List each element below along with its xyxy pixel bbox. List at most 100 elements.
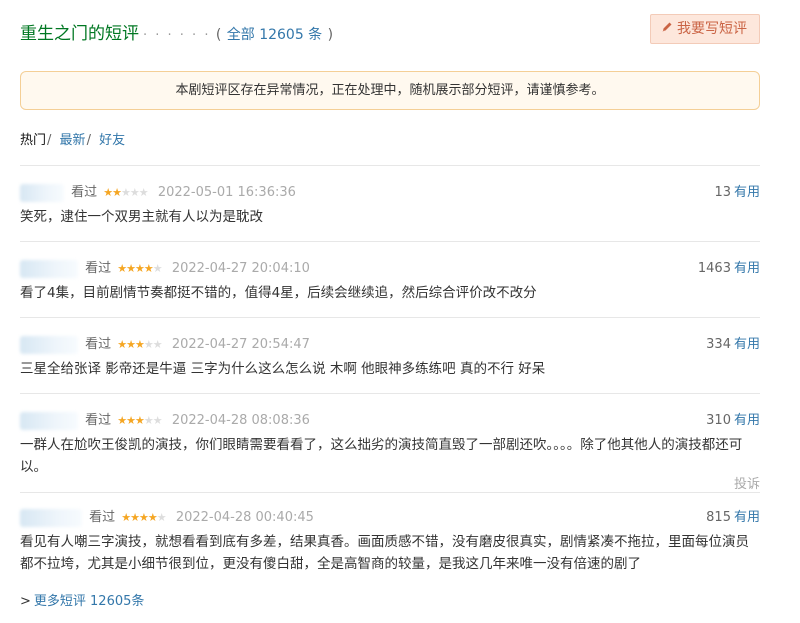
vote-area: 13 有用 [714, 183, 760, 203]
more-arrow: > [20, 594, 31, 609]
comment-time: 2022-04-27 20:04:10 [171, 261, 310, 276]
vote-area: 334 有用 [706, 335, 760, 355]
blurred-username[interactable] [20, 412, 78, 430]
page-title-text: 重生之门的短评 [20, 24, 139, 44]
divider [20, 317, 760, 318]
star-filled-icon: ★ [117, 414, 127, 427]
pencil-icon [661, 15, 673, 43]
sort-tabs: 热门/ 最新/ 好友 [20, 129, 125, 148]
page-title: 重生之门的短评 · · · · · · ( 全部 12605 条 ) [20, 19, 333, 44]
more-comments-link[interactable]: 更多短评 12605条 [34, 594, 145, 609]
comment-meta: 看过 ★★★★★ 2022-04-27 20:04:10 1463 有用 [20, 259, 760, 279]
blurred-username[interactable] [20, 509, 82, 527]
comment-item: 看过 ★★★★★ 2022-04-27 20:54:47 334 有用 三星全给张… [20, 335, 760, 380]
comment-meta: 看过 ★★★★★ 2022-04-28 08:08:36 310 有用 [20, 411, 760, 431]
vote-area: 1463 有用 [698, 259, 760, 279]
star-empty-icon: ★ [143, 414, 154, 427]
watched-status: 看过 [85, 337, 112, 352]
vote-count: 815 [706, 510, 731, 525]
comment-time: 2022-05-01 16:36:36 [157, 185, 296, 200]
rating-stars: ★★★★★ [121, 508, 167, 528]
star-empty-icon: ★ [143, 338, 154, 351]
title-dots: · · · · · · [143, 28, 211, 43]
rating-stars: ★★★★★ [103, 183, 149, 203]
star-filled-icon: ★ [103, 186, 113, 199]
star-filled-icon: ★ [126, 338, 136, 351]
write-comment-label: 我要写短评 [677, 21, 747, 37]
comment-text: 看见有人嘲三字演技，就想看看到底有多差，结果真香。画面质感不错，没有磨皮很真实，… [20, 534, 749, 572]
star-empty-icon: ★ [152, 414, 163, 427]
vote-area: 310 有用 [706, 411, 760, 431]
star-filled-icon: ★ [135, 338, 145, 351]
star-filled-icon: ★ [121, 511, 131, 524]
tab-newest[interactable]: 最新 [60, 133, 86, 148]
header: 重生之门的短评 · · · · · · ( 全部 12605 条 ) 我要写短评 [20, 14, 760, 46]
star-filled-icon: ★ [112, 186, 122, 199]
vote-count: 334 [706, 337, 731, 352]
more-comments: > 更多短评 12605条 [20, 590, 144, 609]
vote-area: 815 有用 [706, 508, 760, 528]
watched-status: 看过 [85, 261, 112, 276]
tab-friends[interactable]: 好友 [99, 133, 125, 148]
star-filled-icon: ★ [117, 338, 127, 351]
watched-status: 看过 [85, 413, 112, 428]
blurred-username[interactable] [20, 184, 64, 202]
vote-count: 13 [714, 185, 731, 200]
star-empty-icon: ★ [121, 186, 131, 199]
star-filled-icon: ★ [143, 262, 154, 275]
star-filled-icon: ★ [139, 511, 149, 524]
divider [20, 165, 760, 166]
star-empty-icon: ★ [138, 186, 149, 199]
comment-meta: 看过 ★★★★★ 2022-04-28 00:40:45 815 有用 [20, 508, 760, 528]
comment-meta: 看过 ★★★★★ 2022-05-01 16:36:36 13 有用 [20, 183, 760, 203]
paren-open: ( [215, 27, 222, 43]
star-filled-icon: ★ [117, 262, 127, 275]
star-filled-icon: ★ [126, 414, 136, 427]
comment-time: 2022-04-28 08:08:36 [171, 413, 310, 428]
star-filled-icon: ★ [130, 511, 140, 524]
tab-separator: / [86, 133, 91, 148]
tab-separator: / [47, 133, 52, 148]
comment-text: 三星全给张译 影帝还是牛逼 三字为什么这么怎么说 木啊 他眼神多练练吧 真的不行… [20, 361, 546, 377]
comment-meta: 看过 ★★★★★ 2022-04-27 20:54:47 334 有用 [20, 335, 760, 355]
blurred-username[interactable] [20, 260, 78, 278]
tab-hot[interactable]: 热门 [20, 133, 46, 148]
comment-item: 看过 ★★★★★ 2022-05-01 16:36:36 13 有用 笑死，逮住一… [20, 183, 760, 228]
star-filled-icon: ★ [135, 414, 145, 427]
watched-status: 看过 [89, 510, 116, 525]
blurred-username[interactable] [20, 336, 78, 354]
write-comment-button[interactable]: 我要写短评 [650, 14, 760, 44]
star-empty-icon: ★ [129, 186, 140, 199]
comment-time: 2022-04-28 00:40:45 [175, 510, 314, 525]
star-empty-icon: ★ [152, 338, 163, 351]
paren-close: ) [327, 27, 334, 43]
useful-button[interactable]: 有用 [734, 185, 760, 200]
divider [20, 492, 760, 493]
watched-status: 看过 [71, 185, 98, 200]
report-button[interactable]: 投诉 [734, 473, 760, 492]
notice-banner: 本剧短评区存在异常情况，正在处理中，随机展示部分短评，请谨慎参考。 [20, 71, 760, 110]
rating-stars: ★★★★★ [117, 259, 163, 279]
vote-count: 310 [706, 413, 731, 428]
comment-item: 看过 ★★★★★ 2022-04-27 20:04:10 1463 有用 看了4集… [20, 259, 760, 304]
star-empty-icon: ★ [156, 511, 167, 524]
comment-text: 一群人在尬吹王俊凯的演技，你们眼睛需要看看了，这么拙劣的演技简直毁了一部剧还吹。… [20, 437, 743, 475]
vote-count: 1463 [697, 261, 731, 276]
divider [20, 393, 760, 394]
star-empty-icon: ★ [152, 262, 163, 275]
star-filled-icon: ★ [126, 262, 136, 275]
comment-time: 2022-04-27 20:54:47 [171, 337, 310, 352]
useful-button[interactable]: 有用 [734, 413, 760, 428]
rating-stars: ★★★★★ [117, 335, 163, 355]
useful-button[interactable]: 有用 [734, 337, 760, 352]
useful-button[interactable]: 有用 [734, 510, 760, 525]
comment-text: 看了4集，目前剧情节奏都挺不错的，值得4星，后续会继续追，然后综合评价改不改分 [20, 285, 537, 301]
useful-button[interactable]: 有用 [734, 261, 760, 276]
star-filled-icon: ★ [135, 262, 145, 275]
comment-item: 看过 ★★★★★ 2022-04-28 08:08:36 310 有用 一群人在尬… [20, 411, 760, 478]
star-filled-icon: ★ [147, 511, 158, 524]
comment-text: 笑死，逮住一个双男主就有人以为是耽改 [20, 209, 263, 225]
divider [20, 241, 760, 242]
rating-stars: ★★★★★ [117, 411, 163, 431]
all-comments-link[interactable]: 全部 12605 条 [227, 27, 322, 43]
